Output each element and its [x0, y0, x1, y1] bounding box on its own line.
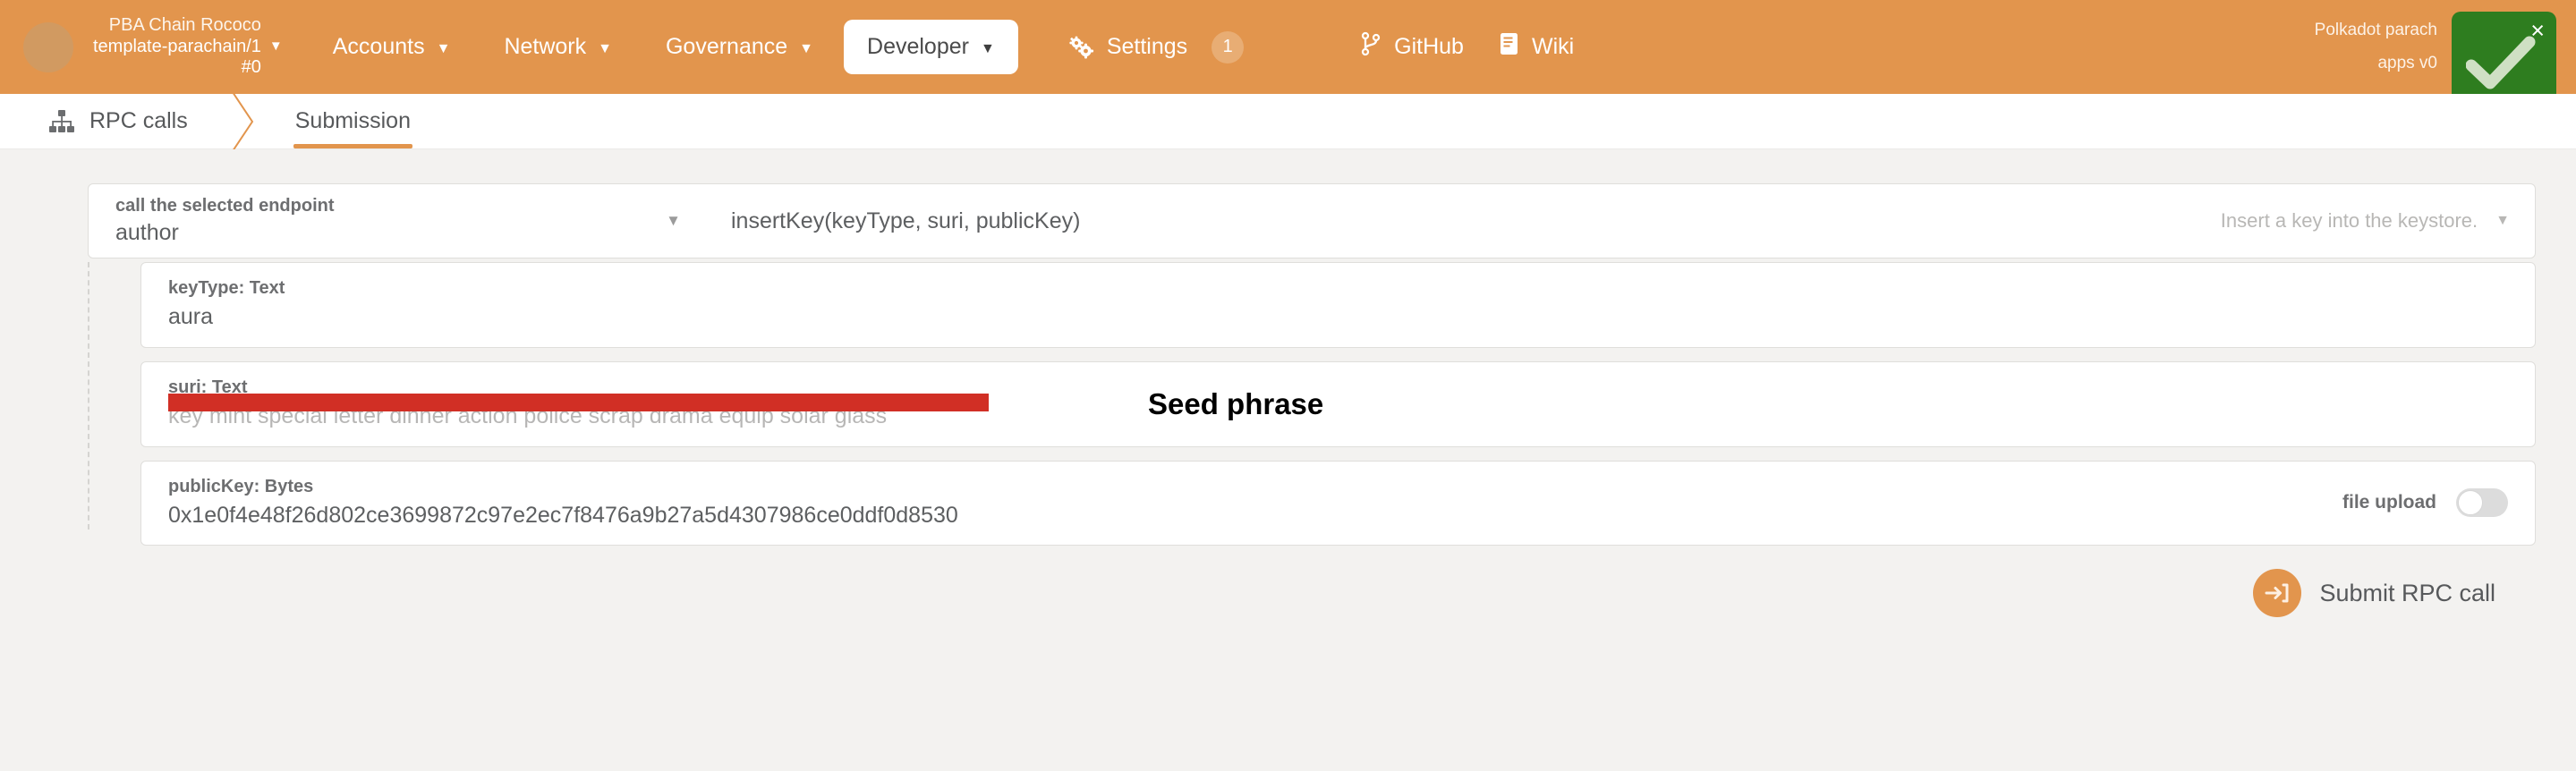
main-content: call the selected endpoint author ▼ inse… — [0, 149, 2576, 771]
git-branch-icon — [1360, 31, 1382, 63]
breadcrumb-chevron-icon — [213, 91, 270, 152]
active-tab-indicator — [293, 144, 412, 148]
endpoint-label: call the selected endpoint — [115, 196, 335, 216]
endpoint-method-signature[interactable]: insertKey(keyType, suri, publicKey) — [731, 208, 1080, 234]
chain-block-number: #0 — [241, 57, 261, 78]
chain-avatar — [23, 21, 73, 72]
file-upload-label: file upload — [2342, 492, 2436, 513]
submit-row: Submit RPC call — [88, 569, 2495, 618]
nav-label: Network — [504, 34, 587, 59]
version-line-1: Polkadot parach — [2314, 21, 2437, 40]
chain-spec: template-parachain/1 — [93, 36, 261, 56]
version-line-2: apps v0 — [2377, 53, 2437, 72]
external-links: GitHub Wiki — [1360, 31, 1574, 63]
tab-submission[interactable]: Submission — [270, 94, 436, 148]
chevron-down-icon: ▼ — [2495, 213, 2510, 228]
nav-label: Accounts — [332, 34, 425, 59]
endpoint-row: call the selected endpoint author ▼ inse… — [88, 183, 2536, 258]
param-field-suri: suri: Text key mint special letter dinne… — [140, 360, 2536, 447]
parameters-list: keyType: Text aura suri: Text key mint s… — [88, 262, 2536, 546]
gear-icon — [1068, 36, 1095, 59]
nav-item-accounts[interactable]: Accounts ▼ — [310, 20, 474, 74]
param-label: keyType: Text — [168, 278, 285, 298]
chain-selector[interactable]: PBA Chain Rococo template-parachain/1 #0… — [93, 15, 283, 79]
nav-item-developer[interactable]: Developer ▼ — [844, 20, 1018, 74]
file-upload-toggle[interactable] — [2456, 488, 2508, 518]
tab-label: RPC calls — [89, 108, 188, 133]
chevron-down-icon: ▼ — [666, 212, 681, 229]
version-info: Polkadot parach apps v0 — [2315, 0, 2437, 94]
top-navigation-bar: PBA Chain Rococo template-parachain/1 #0… — [0, 0, 2576, 103]
file-upload-control: file upload — [2342, 488, 2508, 518]
param-input-suri[interactable]: key mint special letter dinner action po… — [168, 403, 2508, 429]
chevron-down-icon: ▼ — [799, 40, 814, 56]
sign-in-icon — [2253, 569, 2302, 618]
wiki-label: Wiki — [1531, 34, 1575, 59]
param-input-keytype[interactable]: aura — [168, 304, 2508, 330]
seed-phrase-annotation: Seed phrase — [1148, 386, 1324, 420]
wiki-link[interactable]: Wiki — [1500, 32, 1574, 62]
nav-item-governance[interactable]: Governance ▼ — [642, 20, 837, 74]
main-menu: Accounts ▼ Network ▼ Governance ▼ Develo… — [310, 0, 1274, 94]
param-field-keytype: keyType: Text aura — [140, 262, 2536, 348]
rpc-call-panel: call the selected endpoint author ▼ inse… — [88, 183, 2536, 618]
tab-bar: RPC calls Submission — [0, 91, 2576, 152]
nav-label: Governance — [665, 34, 788, 59]
endpoint-section-dropdown[interactable]: call the selected endpoint author ▼ — [89, 185, 706, 257]
endpoint-description-dropdown[interactable]: Insert a key into the keystore. ▼ — [2221, 209, 2510, 233]
toggle-knob — [2458, 490, 2483, 516]
nav-item-settings[interactable]: Settings 1 — [1045, 17, 1267, 78]
chevron-down-icon: ▼ — [436, 40, 451, 56]
book-icon — [1500, 32, 1519, 62]
chevron-down-icon: ▼ — [598, 40, 612, 56]
submit-rpc-call-button[interactable]: Submit RPC call — [2253, 569, 2495, 618]
param-field-publickey: publicKey: Bytes 0x1e0f4e48f26d802ce3699… — [140, 460, 2536, 546]
param-input-publickey[interactable]: 0x1e0f4e48f26d802ce3699872c97e2ec7f8476a… — [168, 503, 2508, 529]
submit-label: Submit RPC call — [2319, 579, 2495, 606]
nav-label: Developer — [867, 34, 969, 59]
settings-label: Settings — [1106, 34, 1188, 59]
chevron-down-icon[interactable]: ▼ — [269, 39, 283, 53]
tab-rpc-calls[interactable]: RPC calls — [23, 94, 213, 148]
settings-badge: 1 — [1211, 30, 1245, 64]
github-label: GitHub — [1394, 34, 1464, 59]
nav-item-network[interactable]: Network ▼ — [480, 20, 635, 74]
sitemap-icon — [48, 109, 75, 134]
param-label: suri: Text — [168, 377, 248, 397]
chevron-down-icon: ▼ — [980, 40, 995, 56]
success-toast[interactable]: × — [2452, 12, 2556, 103]
github-link[interactable]: GitHub — [1360, 31, 1464, 63]
endpoint-description: Insert a key into the keystore. — [2220, 209, 2478, 232]
endpoint-value: author — [115, 220, 179, 245]
param-label: publicKey: Bytes — [168, 476, 314, 496]
chain-name: PBA Chain Rococo — [108, 15, 261, 36]
tab-label: Submission — [294, 108, 411, 133]
check-icon — [2465, 33, 2536, 90]
